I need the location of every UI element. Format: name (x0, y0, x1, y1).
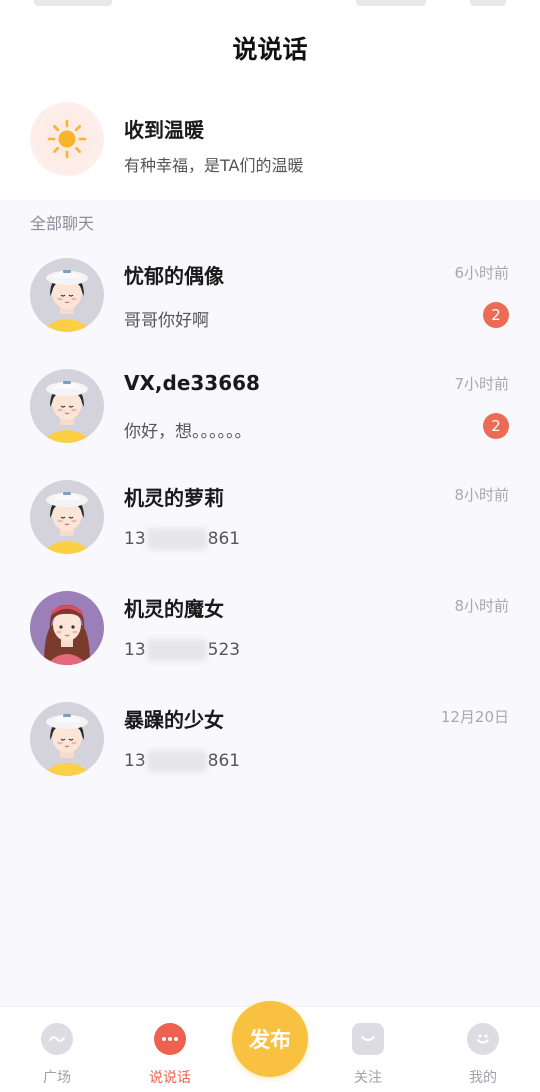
preview-suffix: 861 (207, 751, 241, 771)
chat-time: 8小时前 (454, 486, 509, 504)
warmth-subtitle: 有种幸福，是TA们的温暖 (124, 156, 304, 175)
chat-list-area: 全部聊天 忧郁的偶像 6小时前 哥哥你好啊 2 VX,de33668 7小时前 … (0, 200, 540, 1006)
chat-time: 6小时前 (454, 264, 509, 282)
chat-item[interactable]: 暴躁的少女 12月20日 13 861 (0, 702, 540, 813)
nav-item-follow[interactable]: 关注 (323, 1023, 413, 1087)
chat-preview: 你好，想。。。。。。 (124, 422, 252, 442)
chat-time: 7小时前 (454, 375, 509, 393)
nav-label: 我的 (469, 1070, 497, 1086)
avatar[interactable] (30, 480, 104, 554)
chat-name: VX,de33668 (124, 371, 260, 395)
chat-item[interactable]: 忧郁的偶像 6小时前 哥哥你好啊 2 (0, 258, 540, 369)
status-bar-remnant (356, 0, 426, 6)
chat-time: 8小时前 (454, 597, 509, 615)
chat-name: 忧郁的偶像 (124, 264, 224, 288)
chat-preview: 13 861 (124, 528, 240, 550)
nav-item-plaza[interactable]: 广场 (12, 1023, 102, 1087)
nav-label: 关注 (354, 1070, 382, 1086)
avatar[interactable] (30, 591, 104, 665)
redacted-blur (146, 528, 207, 550)
nav-item-profile[interactable]: 我的 (438, 1023, 528, 1087)
avatar[interactable] (30, 369, 104, 443)
follow-icon (352, 1023, 384, 1055)
chat-preview: 13 523 (124, 639, 240, 661)
nav-label: 说说话 (149, 1070, 191, 1086)
unread-badge: 2 (483, 302, 509, 328)
warmth-card[interactable]: 收到温暖 有种幸福，是TA们的温暖 (0, 96, 540, 200)
unread-badge: 2 (483, 413, 509, 439)
chat-preview: 哥哥你好啊 (124, 311, 209, 331)
chat-preview: 13 861 (124, 750, 240, 772)
chat-bubble-icon (154, 1023, 186, 1055)
preview-prefix: 13 (124, 751, 146, 771)
chat-name: 机灵的魔女 (124, 597, 224, 621)
preview-suffix: 523 (207, 640, 241, 660)
section-label: 全部聊天 (30, 214, 95, 233)
publish-button[interactable]: 发布 (232, 1001, 308, 1077)
bottom-nav: 广场 说说话 发布 关注 我的 (0, 1001, 540, 1092)
profile-icon (467, 1023, 499, 1055)
avatar[interactable] (30, 702, 104, 776)
status-bar-remnant (470, 0, 506, 6)
status-bar-remnant (34, 0, 112, 6)
chat-time: 12月20日 (440, 708, 509, 726)
chat-item[interactable]: 机灵的萝莉 8小时前 13 861 (0, 480, 540, 591)
preview-suffix: 861 (207, 529, 241, 549)
header: 说说话 (0, 0, 540, 96)
chat-name: 机灵的萝莉 (124, 486, 224, 510)
nav-item-chat[interactable]: 说说话 (125, 1023, 215, 1087)
preview-prefix: 13 (124, 529, 146, 549)
chat-name: 暴躁的少女 (124, 708, 224, 732)
chat-item[interactable]: 机灵的魔女 8小时前 13 523 (0, 591, 540, 702)
page-title: 说说话 (232, 35, 308, 64)
sun-icon (30, 102, 104, 176)
chat-item[interactable]: VX,de33668 7小时前 你好，想。。。。。。 2 (0, 369, 540, 480)
preview-prefix: 13 (124, 640, 146, 660)
avatar[interactable] (30, 258, 104, 332)
redacted-blur (146, 639, 207, 661)
redacted-blur (146, 750, 207, 772)
nav-label: 广场 (43, 1070, 71, 1086)
warmth-title: 收到温暖 (124, 118, 204, 142)
plaza-icon (41, 1023, 73, 1055)
